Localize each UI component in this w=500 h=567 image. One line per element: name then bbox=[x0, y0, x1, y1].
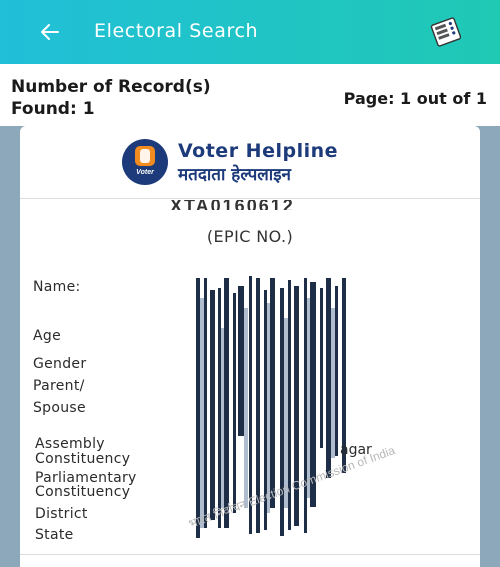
assembly-label-line2: Constituency bbox=[35, 451, 131, 467]
logo-subtitle: मतदाता हेल्पलाइन bbox=[178, 165, 291, 185]
voting-machine-icon[interactable] bbox=[428, 14, 464, 50]
parent-label-line1: Parent/ bbox=[33, 378, 85, 394]
assembly-label-line1: Assembly bbox=[35, 436, 105, 452]
page-indicator: Page: 1 out of 1 bbox=[343, 89, 487, 108]
epic-label: (EPIC NO.) bbox=[206, 227, 294, 246]
district-label: District bbox=[35, 506, 88, 522]
epic-number: XTA0160612 bbox=[170, 200, 330, 210]
age-label: Age bbox=[33, 328, 61, 344]
page-title: Electoral Search bbox=[94, 20, 259, 42]
name-label: Name: bbox=[33, 279, 81, 295]
gender-label: Gender bbox=[33, 356, 87, 372]
results-area: Voter Voter Helpline मतदाता हेल्पलाइन XT… bbox=[0, 126, 500, 567]
divider bbox=[20, 198, 480, 199]
records-found: Number of Record(s) Found: 1 bbox=[11, 77, 211, 119]
voter-helpline-emblem-icon: Voter bbox=[122, 139, 168, 185]
parliamentary-label-line2: Constituency bbox=[35, 484, 131, 500]
state-label: State bbox=[35, 527, 74, 543]
logo-title: Voter Helpline bbox=[178, 140, 339, 162]
logo-badge-text: Voter bbox=[136, 169, 154, 176]
back-button[interactable] bbox=[34, 16, 66, 48]
voter-card[interactable]: Voter Voter Helpline मतदाता हेल्पलाइन XT… bbox=[20, 126, 480, 567]
search-summary: Number of Record(s) Found: 1 Page: 1 out… bbox=[0, 64, 500, 126]
epic-number-text: XTA0160612 bbox=[170, 200, 295, 210]
divider bbox=[20, 554, 480, 555]
arrow-left-icon bbox=[41, 24, 59, 40]
app-bar: Electoral Search bbox=[0, 0, 500, 64]
parent-label-line2: Spouse bbox=[33, 400, 86, 416]
voter-helpline-logo: Voter Voter Helpline मतदाता हेल्पलाइन bbox=[122, 139, 382, 185]
